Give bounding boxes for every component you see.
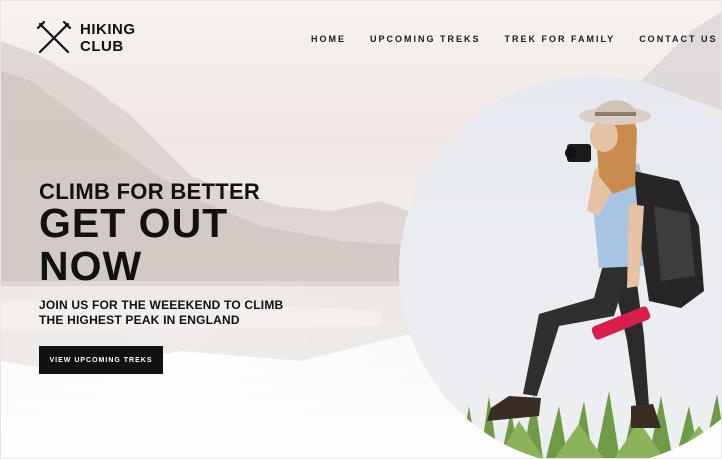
hiker-photo xyxy=(399,76,721,458)
hero-subtext-line2: THE HIGHEST PEAK IN ENGLAND xyxy=(39,313,240,327)
crossed-trekking-poles-icon xyxy=(36,20,72,54)
hero-subtext: JOIN US FOR THE WEEEKEND TO CLIMB THE HI… xyxy=(39,298,309,328)
hero-headline-line2: NOW xyxy=(39,243,143,289)
main-navigation: HOME UPCOMING TREKS TREK FOR FAMILY CONT… xyxy=(311,34,718,44)
hero-headline-line1: GET OUT xyxy=(39,200,229,246)
hiker-illustration xyxy=(454,100,721,458)
nav-upcoming-treks[interactable]: UPCOMING TREKS xyxy=(370,34,481,44)
hero-section: HIKING CLUB HOME UPCOMING TREKS TREK FOR… xyxy=(0,0,722,459)
nav-home[interactable]: HOME xyxy=(311,34,346,44)
hero-subtext-line1: JOIN US FOR THE WEEEKEND TO CLIMB xyxy=(39,298,284,312)
brand-name-line2: CLUB xyxy=(80,38,124,55)
nav-trek-for-family[interactable]: TREK FOR FAMILY xyxy=(505,34,616,44)
nav-contact-us[interactable]: CONTACT US xyxy=(639,34,717,44)
brand-name: HIKING CLUB xyxy=(80,21,136,55)
view-upcoming-treks-button[interactable]: VIEW UPCOMING TREKS xyxy=(39,346,163,374)
hero-headline: GET OUT NOW xyxy=(39,202,228,288)
brand-name-line1: HIKING xyxy=(80,21,136,38)
brand-logo[interactable]: HIKING CLUB xyxy=(36,20,136,56)
